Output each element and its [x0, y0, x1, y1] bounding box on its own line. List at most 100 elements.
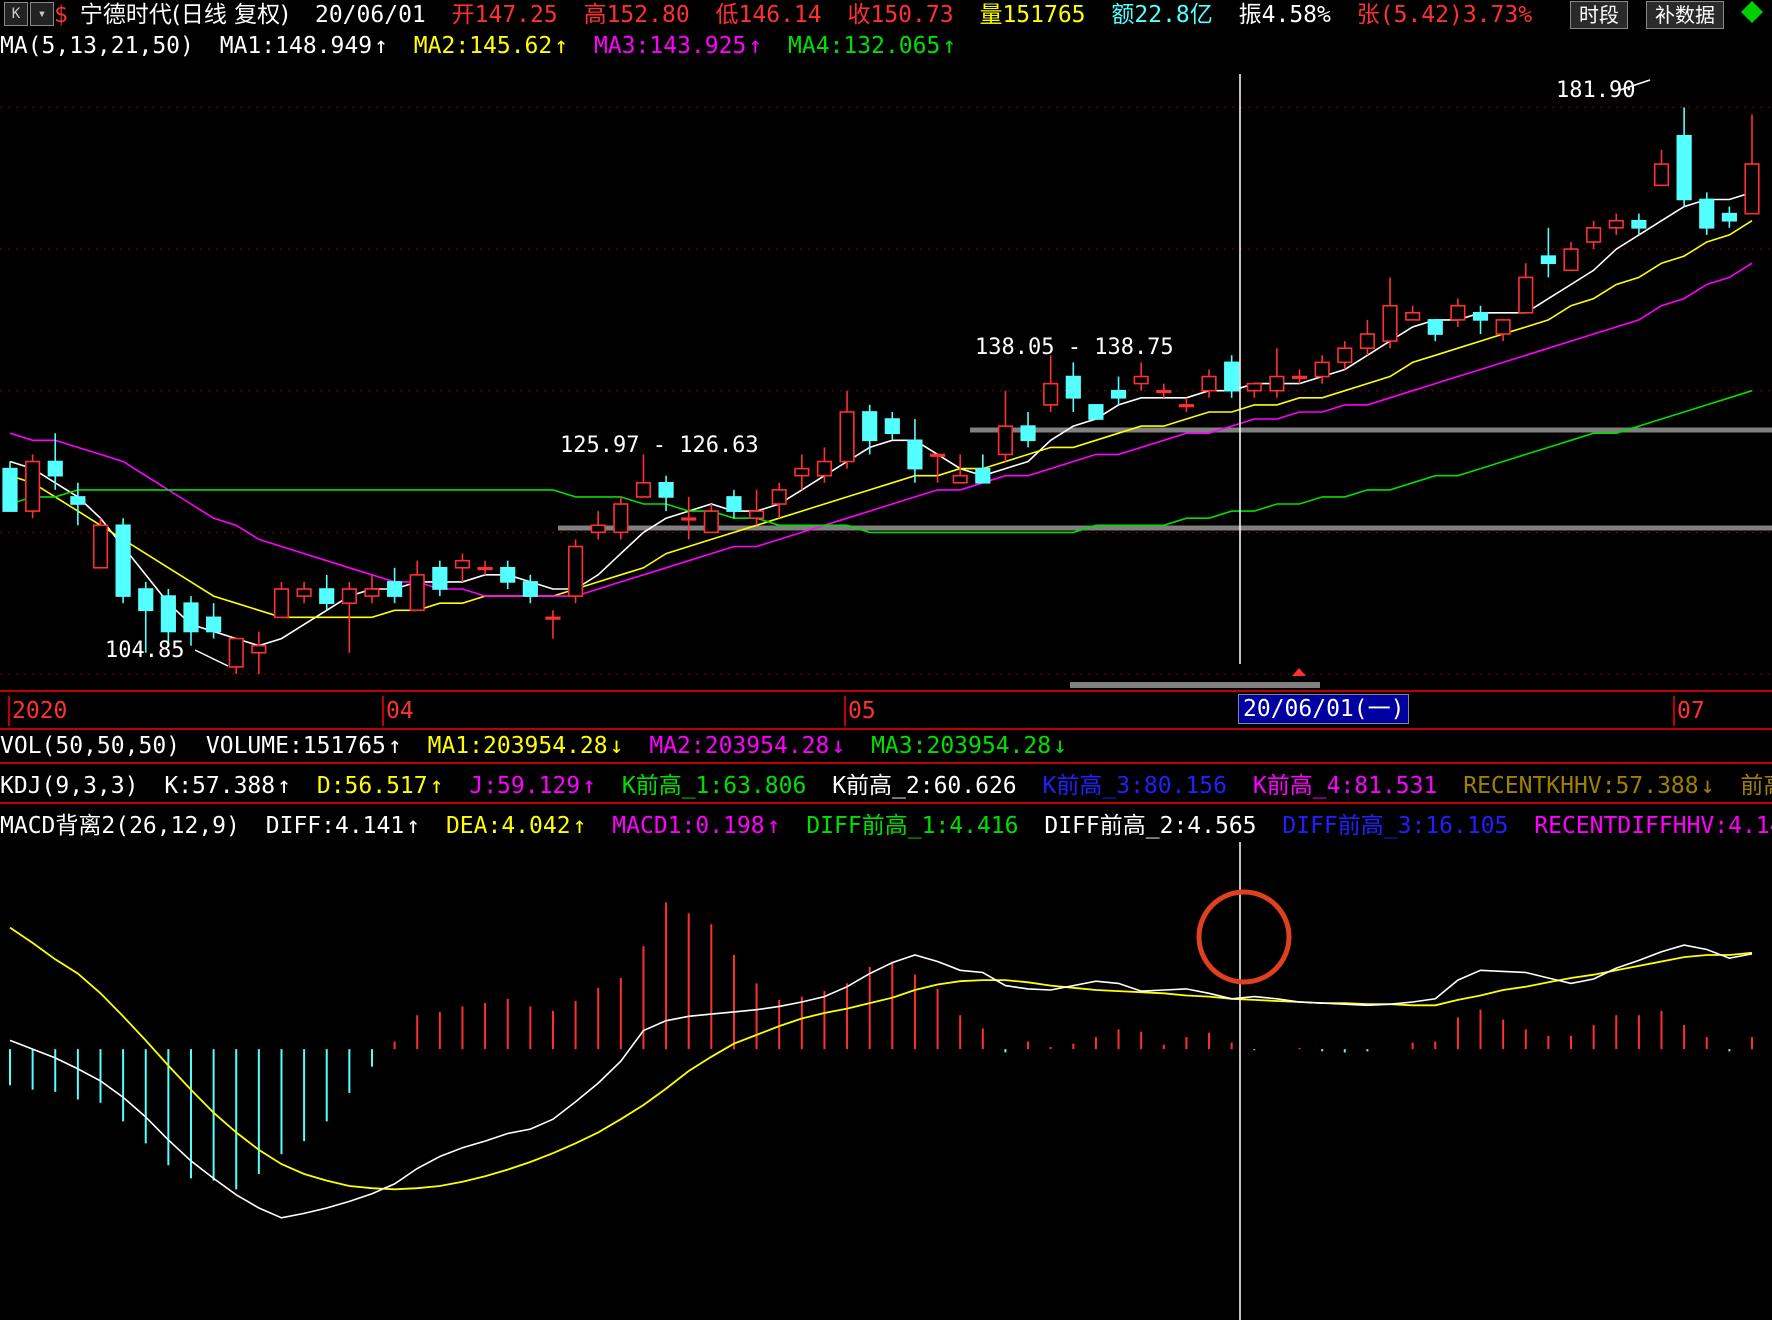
candle	[1178, 397, 1195, 412]
up-arrow-icon: ↑	[429, 773, 444, 799]
candle-body	[1359, 333, 1375, 350]
candle-body	[703, 510, 719, 534]
up-arrow-icon: ↑	[406, 813, 421, 839]
candle-body	[567, 545, 584, 597]
candle-body	[1586, 227, 1602, 243]
macd-bars	[9, 902, 1753, 1190]
price-grid	[0, 106, 1772, 675]
kdj-recent: RECENTKHHV:57.388	[1463, 773, 1699, 799]
candle	[1472, 305, 1489, 335]
high-price: 高152.80	[583, 2, 690, 28]
candle	[1110, 376, 1127, 405]
dropdown-icon[interactable]: ▾	[30, 2, 54, 26]
candle-body	[70, 496, 86, 505]
candle-body	[522, 581, 538, 597]
candle	[25, 454, 41, 519]
candle	[1382, 277, 1398, 349]
candle-body	[1699, 198, 1715, 229]
candle-body	[2, 467, 18, 512]
candle	[1450, 298, 1466, 327]
candle	[1133, 362, 1149, 391]
candle-body	[160, 595, 176, 633]
candle-body	[1201, 375, 1217, 392]
amount-value: 额22.8亿	[1111, 2, 1213, 28]
candle	[1224, 355, 1240, 398]
candle-body	[477, 566, 493, 571]
ma3-value: MA3:143.925	[593, 33, 747, 59]
diamond-icon[interactable]	[1740, 0, 1764, 24]
up-arrow-icon: ↑	[554, 33, 569, 59]
highlight-circle	[1196, 889, 1292, 985]
candle-body	[1291, 375, 1308, 379]
date-label: 04	[382, 696, 414, 726]
price-chart[interactable]: 181.90 104.85 125.97 - 126.63 138.05 - 1…	[0, 64, 1772, 688]
candle-body	[635, 481, 652, 498]
macd-legend: MACD背离2(26,12,9) DIFF:4.141↑ DEA:4.042↑ …	[0, 811, 1772, 841]
candle	[929, 453, 946, 483]
candle	[1608, 213, 1624, 235]
candle	[1337, 341, 1353, 370]
candle	[839, 390, 855, 469]
candle-body	[1744, 163, 1760, 215]
candle	[635, 454, 652, 498]
candle-body	[387, 581, 403, 597]
macd-macd1: MACD1:0.198	[612, 813, 765, 839]
candle-body	[726, 496, 742, 512]
candle	[1020, 411, 1036, 448]
candle-body	[1020, 425, 1036, 442]
candle	[296, 581, 312, 604]
candle-body	[1246, 382, 1262, 392]
candle-body	[1088, 404, 1104, 420]
candle-body	[545, 616, 561, 620]
k-button[interactable]: K	[4, 2, 28, 26]
period-button[interactable]: 时段	[1570, 1, 1628, 29]
date-axis: 2020 04 05 07 20/06/01(一)	[0, 694, 1772, 726]
candle-body	[1110, 389, 1127, 399]
candle-body	[25, 460, 41, 512]
candle-body	[952, 474, 968, 484]
candle-body	[748, 510, 765, 519]
candle-body	[500, 566, 516, 583]
candle-body	[1653, 163, 1670, 187]
vol-ma3: MA3:203954.28	[871, 733, 1052, 759]
stock-chart-window: { "header": { "k_button": "K", "stock_na…	[0, 0, 1772, 1320]
supplement-data-button[interactable]: 补数据	[1646, 1, 1724, 29]
candle	[771, 482, 787, 519]
candle	[319, 574, 335, 611]
candle	[251, 631, 267, 674]
candle	[228, 637, 244, 674]
vol-ma1: MA1:203954.28	[427, 733, 608, 759]
candle	[2, 461, 18, 512]
candle-body	[1043, 382, 1059, 406]
candle	[703, 504, 719, 534]
kdj-j: J:59.129	[469, 773, 581, 799]
ma2-value: MA2:145.62	[413, 33, 553, 59]
candle	[1201, 369, 1217, 398]
change-value: 张(5.42)3.73%	[1356, 2, 1533, 28]
candle-body	[839, 411, 855, 463]
candle	[794, 454, 810, 490]
macd-chart[interactable]	[0, 842, 1772, 1320]
axis-top-border	[0, 690, 1772, 692]
candle-body	[907, 439, 923, 470]
candle	[1586, 220, 1602, 250]
candle-body	[206, 616, 222, 633]
candle-body	[929, 453, 946, 457]
candle-body	[1405, 312, 1421, 321]
high-annotation: 181.90	[1556, 78, 1635, 103]
candle	[1246, 382, 1262, 398]
candle	[273, 581, 290, 619]
up-arrow-icon: ↑	[374, 33, 388, 59]
candle-body	[1382, 304, 1398, 342]
axis-bottom-border	[0, 728, 1772, 730]
macd-dh3: DIFF前高_3:16.105	[1282, 813, 1509, 839]
scroll-marker-icon[interactable]	[1292, 668, 1306, 676]
macd-diff: DIFF:4.141	[265, 813, 405, 839]
candle-body	[296, 588, 312, 597]
macd-lines	[9, 926, 1753, 1219]
vol-ma2: MA2:203954.28	[649, 733, 830, 759]
candle	[1699, 192, 1715, 235]
scrollbar[interactable]	[1070, 682, 1320, 688]
candle	[975, 454, 991, 484]
up-arrow-icon: ↑	[766, 813, 781, 839]
